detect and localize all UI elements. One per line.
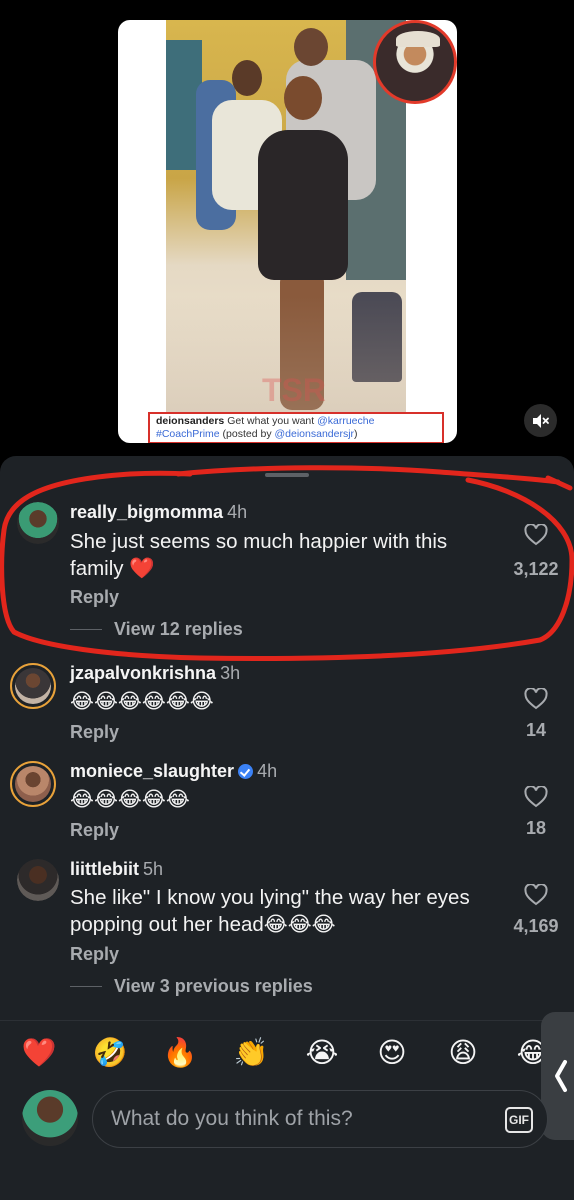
like-button[interactable] [506, 688, 566, 710]
comment-item: jzapalvonkrishna 3h 😂😂😂😂😂😂 Reply 14 [0, 660, 574, 750]
like-count: 4,169 [513, 916, 559, 936]
comment-username[interactable]: liittlebiit [70, 859, 139, 879]
caption-posted-handle: @deionsandersjr [274, 428, 355, 440]
view-previous-replies-button[interactable]: View 3 previous replies [70, 976, 313, 997]
comment-time: 5h [143, 859, 164, 879]
like-count: 18 [525, 818, 547, 838]
like-count: 3,122 [513, 559, 559, 579]
video-frame: TSR [166, 20, 406, 416]
comment-input-placeholder: What do you think of this? [111, 1107, 353, 1130]
caption-username: deionsanders [156, 415, 225, 427]
heart-icon [524, 524, 548, 546]
comment-time: 3h [220, 663, 241, 683]
quick-emoji-heart-eyes[interactable]: 😍 [372, 1035, 412, 1071]
view-replies-button[interactable]: View 12 replies [70, 619, 243, 640]
verified-badge-icon [238, 764, 254, 779]
reply-button[interactable]: Reply [70, 587, 119, 608]
like-button[interactable] [506, 786, 566, 808]
quick-emoji-fire[interactable]: 🔥 [160, 1035, 200, 1071]
reply-button[interactable]: Reply [70, 944, 119, 965]
quick-emoji-weary[interactable]: 😩 [443, 1035, 483, 1071]
heart-icon [524, 688, 548, 710]
reply-button[interactable]: Reply [70, 722, 119, 743]
comment-input[interactable]: What do you think of this? GIF [92, 1090, 548, 1148]
comment-item: liittlebiit 5h She like" I know you lying… [0, 856, 574, 1006]
avatar[interactable] [10, 761, 56, 807]
comment-text: 😂😂😂😂😂 [70, 788, 190, 811]
quick-reactions-row: ❤️ 🤣 🔥 👏 😭 😍 😩 😂 [0, 1035, 574, 1075]
comment-time: 4h [257, 761, 278, 781]
mute-button[interactable] [524, 404, 557, 437]
watermark-logo: TSR [262, 372, 326, 408]
heart-icon [524, 884, 548, 906]
comment-username[interactable]: really_bigmomma [70, 502, 223, 522]
comment-username[interactable]: jzapalvonkrishna [70, 663, 216, 683]
comment-item: really_bigmomma 4h She just seems so much… [0, 498, 574, 648]
quick-emoji-heart[interactable]: ❤️ [19, 1035, 59, 1071]
speaker-muted-icon [532, 413, 549, 428]
caption-hashtag: #CoachPrime [156, 428, 220, 440]
comment-text: She just seems so much happier with this… [70, 530, 448, 580]
comment-text: She like" I know you lying" the way her … [70, 886, 470, 936]
quick-emoji-clap[interactable]: 👏 [231, 1035, 271, 1071]
comment-item: moniece_slaughter 4h 😂😂😂😂😂 Reply 18 [0, 758, 574, 848]
caption-posted-by: (posted by [222, 428, 272, 440]
reposted-post-card: TSR deionsanders Get what you want @karr… [118, 20, 457, 443]
current-user-avatar [22, 1090, 78, 1146]
video-player[interactable]: TSR deionsanders Get what you want @karr… [0, 0, 574, 456]
like-button[interactable] [506, 524, 566, 546]
like-button[interactable] [506, 884, 566, 906]
comment-text: 😂😂😂😂😂😂 [70, 690, 214, 713]
chevron-left-icon [555, 1060, 567, 1092]
post-caption: deionsanders Get what you want @karruech… [148, 412, 444, 443]
quick-emoji-rofl[interactable]: 🤣 [90, 1035, 130, 1071]
comment-time: 4h [227, 502, 248, 522]
avatar[interactable] [17, 502, 59, 544]
comment-username[interactable]: moniece_slaughter [70, 761, 234, 781]
caption-mention: @karrueche [317, 415, 375, 427]
gif-button[interactable]: GIF [505, 1107, 533, 1133]
like-count: 14 [525, 720, 547, 740]
sheet-drag-handle[interactable] [265, 473, 309, 477]
heart-icon [524, 786, 548, 808]
inset-photo [373, 20, 457, 104]
avatar[interactable] [17, 859, 59, 901]
quick-emoji-sob[interactable]: 😭 [302, 1035, 342, 1071]
caption-text: Get what you want [227, 415, 315, 427]
avatar[interactable] [10, 663, 56, 709]
reply-button[interactable]: Reply [70, 820, 119, 841]
